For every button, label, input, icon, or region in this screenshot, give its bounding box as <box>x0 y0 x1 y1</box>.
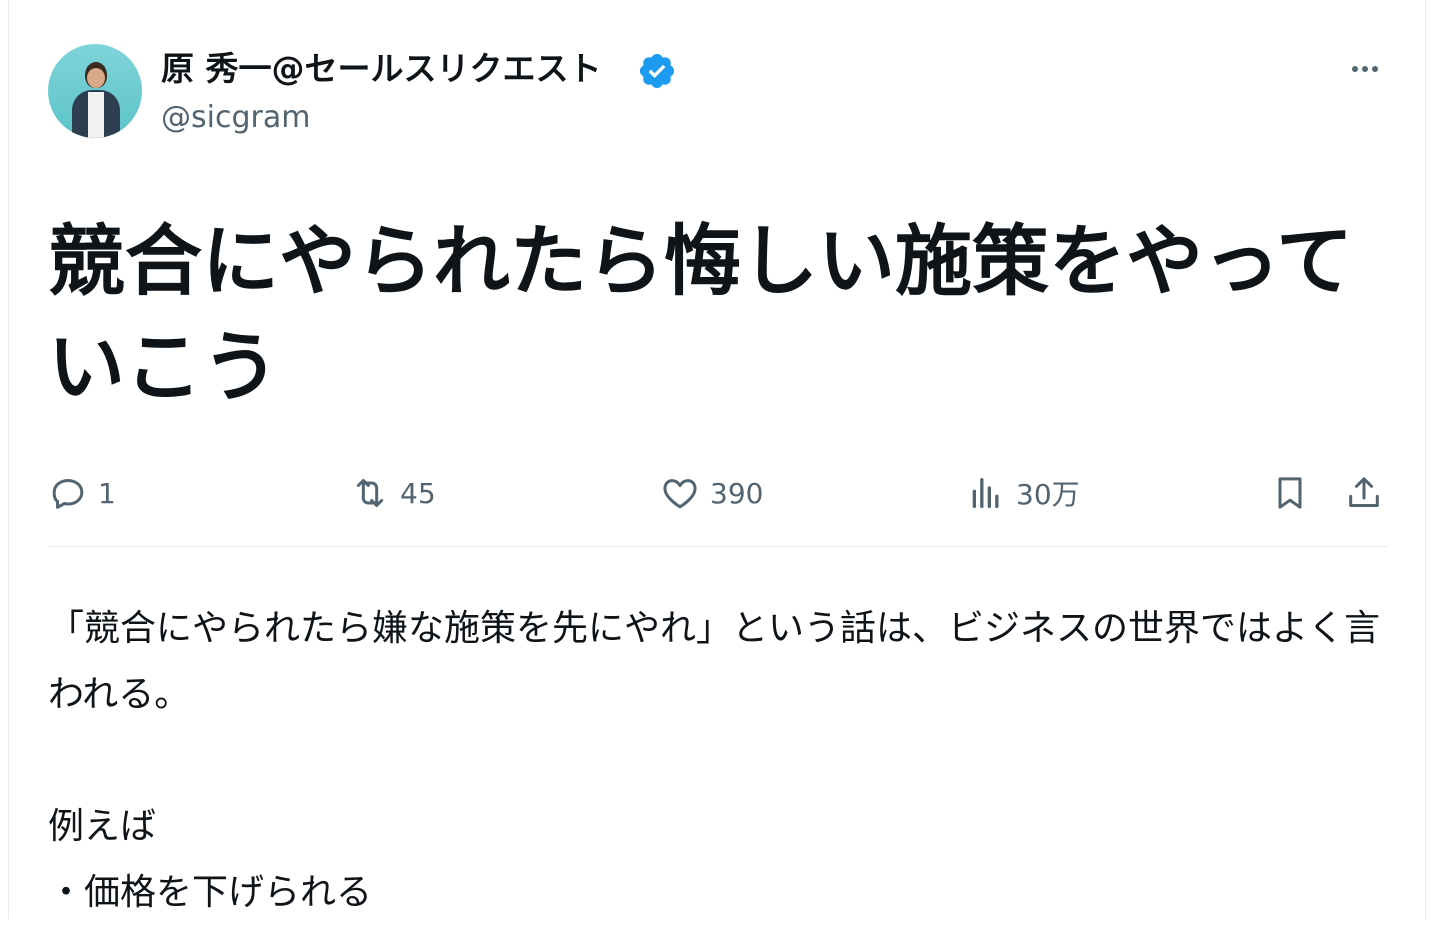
reply-button[interactable]: 1 <box>48 468 116 518</box>
views-count: 30万 <box>1016 478 1080 511</box>
post-body: 「競合にやられたら嫌な施策を先にやれ」という話は、ビジネスの世界ではよく言われる… <box>48 596 1388 926</box>
post-body-line: ・価格を下げられる <box>48 872 373 913</box>
post-card: 原 秀一@セールスリクエスト @sicgram 競合にやられたら悔しい施策をやっ… <box>8 0 1426 919</box>
reply-icon <box>52 479 84 509</box>
share-button[interactable] <box>1344 468 1384 518</box>
divider <box>48 546 1388 547</box>
more-dot <box>1352 66 1358 72</box>
heart-icon <box>663 479 697 509</box>
more-icon[interactable] <box>1343 54 1387 84</box>
avatar-face-shape <box>87 68 105 88</box>
like-button[interactable]: 390 <box>660 468 763 518</box>
views-button[interactable]: 30万 <box>966 468 1080 518</box>
reply-count: 1 <box>98 476 116 510</box>
more-dot <box>1362 66 1368 72</box>
repost-button[interactable]: 45 <box>350 468 436 518</box>
bookmark-icon <box>1278 477 1302 509</box>
bookmark-button[interactable] <box>1270 468 1310 518</box>
more-dot <box>1372 66 1378 72</box>
views-icon <box>972 478 999 508</box>
repost-count: 45 <box>400 476 436 510</box>
avatar[interactable] <box>48 44 142 138</box>
post-headline: 競合にやられたら悔しい施策をやっていこう <box>48 218 1354 413</box>
like-count: 390 <box>710 476 764 510</box>
repost-icon <box>356 479 384 507</box>
author-handle[interactable]: @sicgram <box>161 98 310 138</box>
author-display-name[interactable]: 原 秀一@セールスリクエスト <box>161 48 602 90</box>
post-body-paragraph: 「競合にやられたら嫌な施策を先にやれ」という話は、ビジネスの世界ではよく言われる… <box>48 608 1381 715</box>
action-bar: 1 45 390 30万 <box>48 468 1388 518</box>
post-body-line: 例えば <box>48 806 157 847</box>
avatar-shirt-shape <box>88 92 104 138</box>
verified-badge-icon[interactable] <box>637 51 677 91</box>
share-icon <box>1349 477 1379 507</box>
